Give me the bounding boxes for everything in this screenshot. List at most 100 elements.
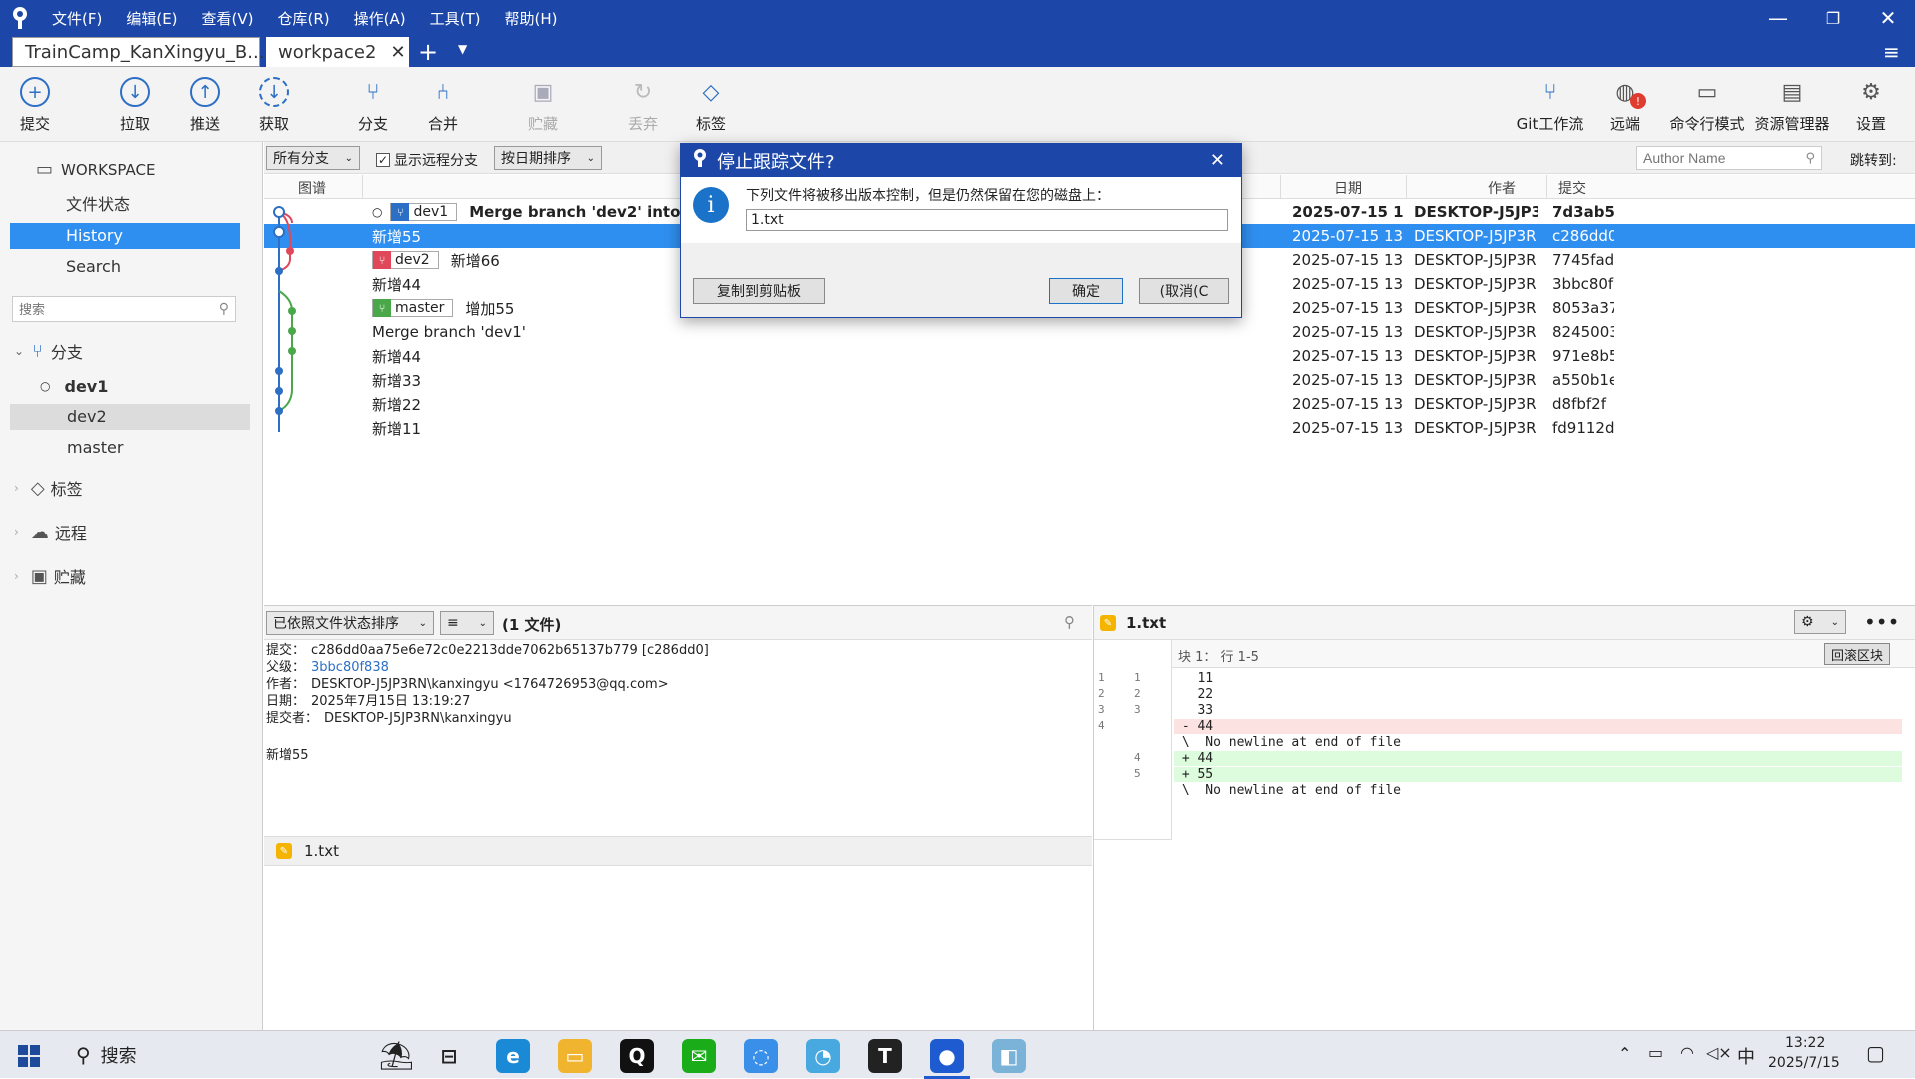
add-tab-icon[interactable]: + — [418, 38, 438, 66]
app-icon[interactable]: ◧ — [992, 1039, 1026, 1073]
close-tab-icon[interactable]: ✕ — [390, 42, 405, 63]
branch-badge[interactable]: ⑂ master — [372, 299, 454, 317]
chevron-right-icon: › — [14, 569, 19, 583]
volume-icon[interactable]: ◁× — [1706, 1043, 1732, 1062]
file-list-box[interactable]: 1.txt — [746, 209, 1228, 231]
menu-actions[interactable]: 操作(A) — [342, 8, 418, 29]
menu-tools[interactable]: 工具(T) — [418, 8, 493, 29]
terminal-button[interactable]: ▭ 命令行模式 — [1668, 77, 1746, 134]
tag-button[interactable]: ◇ 标签 — [676, 77, 746, 134]
clock-time[interactable]: 13:22 — [1785, 1035, 1825, 1051]
revert-hunk-button[interactable]: 回滚区块 — [1824, 643, 1890, 665]
tab-dropdown-icon[interactable]: ▼ — [458, 42, 467, 56]
gitflow-button[interactable]: ⑂ Git工作流 — [1515, 77, 1585, 134]
author-filter[interactable]: ⚲ — [1636, 146, 1822, 170]
stash-section[interactable]: › ▣ 贮藏 — [14, 564, 86, 588]
author-filter-input[interactable] — [1643, 150, 1793, 166]
column-commit[interactable]: 提交 — [1558, 178, 1586, 198]
browser-icon[interactable]: ◔ — [806, 1039, 840, 1073]
checkbox-icon[interactable]: ✓ — [376, 153, 390, 167]
close-dialog-icon[interactable]: ✕ — [1210, 150, 1225, 171]
file-sort-dropdown[interactable]: 已依照文件状态排序 ⌄ — [266, 611, 434, 635]
remote-section[interactable]: › ☁ 远程 — [14, 520, 87, 544]
explorer-button[interactable]: ▤ 资源管理器 — [1752, 77, 1832, 134]
clock-date[interactable]: 2025/7/15 — [1768, 1055, 1840, 1071]
parent-commit-link[interactable]: 3bbc80f838 — [311, 660, 389, 675]
commit-row[interactable]: Merge branch 'dev1' 2025-07-15 13:17 DESKT… — [264, 320, 1915, 344]
chat-icon[interactable]: ◌ — [744, 1039, 778, 1073]
stash-button[interactable]: ▣ 贮藏 — [508, 77, 578, 134]
wechat-icon[interactable]: ✉ — [682, 1039, 716, 1073]
diff-options-dropdown[interactable]: ⚙ ⌄ — [1794, 610, 1846, 634]
remote-button[interactable]: ◍! 远端 — [1590, 77, 1660, 134]
sidebar-branch-dev1[interactable]: ○ dev1 — [10, 373, 250, 399]
sidebar-item-file-status[interactable]: 文件状态 — [10, 192, 240, 218]
typora-icon[interactable]: T — [868, 1039, 902, 1073]
commit-row[interactable]: 新增44 2025-07-15 13:16 DESKTOP-J5JP3R 971e8b… — [264, 344, 1915, 368]
sidebar-branch-dev2[interactable]: dev2 — [10, 404, 250, 430]
branch-filter-dropdown[interactable]: 所有分支 ⌄ — [266, 146, 360, 170]
qq-icon[interactable]: Q — [620, 1039, 654, 1073]
tab-workpace2[interactable]: workpace2 ✕ — [266, 37, 409, 67]
diff-scrollbar[interactable] — [1902, 612, 1915, 1028]
restore-icon[interactable]: ❐ — [1808, 0, 1858, 36]
sidebar-search-input[interactable] — [19, 301, 199, 317]
ok-button[interactable]: 确定 — [1049, 278, 1123, 304]
wifi-icon[interactable]: ◠ — [1680, 1043, 1694, 1062]
menu-repository[interactable]: 仓库(R) — [266, 8, 342, 29]
notification-icon[interactable]: ▢ — [1866, 1041, 1885, 1065]
column-graph[interactable]: 图谱 — [298, 178, 326, 198]
chevron-up-icon[interactable]: ⌃ — [1618, 1044, 1631, 1063]
close-window-icon[interactable]: ✕ — [1863, 0, 1913, 36]
taskbar-search[interactable]: ⚲ 搜索 ⛱ — [60, 1031, 420, 1079]
edge-icon[interactable]: e — [496, 1039, 530, 1073]
copy-to-clipboard-button[interactable]: 复制到剪贴板 — [693, 278, 825, 304]
settings-button[interactable]: ⚙ 设置 — [1836, 77, 1906, 134]
fetch-button[interactable]: ↓ 获取 — [239, 77, 309, 134]
menu-help[interactable]: 帮助(H) — [492, 8, 569, 29]
push-button[interactable]: ↑ 推送 — [170, 77, 240, 134]
sidebar-item-search[interactable]: Search — [10, 254, 240, 280]
branches-section[interactable]: ⌄ ⑂ 分支 — [14, 339, 83, 363]
tags-section[interactable]: › ◇ 标签 — [14, 476, 83, 500]
sidebar-search[interactable]: ⚲ — [12, 296, 236, 322]
sort-dropdown[interactable]: 按日期排序 ⌄ — [494, 146, 602, 170]
merge-button[interactable]: ⑃ 合并 — [408, 77, 478, 134]
sidebar-item-history[interactable]: History — [10, 223, 240, 249]
hamburger-icon[interactable]: ≡ — [1883, 40, 1900, 64]
tab-traincamp[interactable]: TrainCamp_KanXingyu_B... — [12, 37, 264, 67]
menu-file[interactable]: 文件(F) — [40, 8, 114, 29]
show-remote-checkbox[interactable]: ✓ 显示远程分支 — [376, 150, 478, 170]
cancel-button[interactable]: (取消(C — [1139, 278, 1229, 304]
discard-button[interactable]: ↻ 丢弃 — [608, 77, 678, 134]
column-author[interactable]: 作者 — [1488, 178, 1516, 198]
diff-line: 4 + 44 — [1094, 751, 1915, 767]
commit-button[interactable]: + 提交 — [0, 77, 70, 134]
sourcetree-taskbar-icon[interactable]: ● — [930, 1039, 964, 1073]
more-icon[interactable]: ••• — [1864, 610, 1899, 634]
branch-button[interactable]: ⑂ 分支 — [338, 77, 408, 134]
task-view-icon[interactable]: ⊟ — [432, 1039, 466, 1073]
branch-badge[interactable]: ⑂ dev1 — [390, 203, 458, 221]
ime-indicator[interactable]: 中 — [1737, 1043, 1755, 1069]
commit-graph — [273, 206, 296, 432]
windows-start-icon[interactable] — [18, 1045, 40, 1067]
commit-hash: a550b1e — [1552, 371, 1614, 389]
branch-badge[interactable]: ⑂ dev2 — [372, 251, 439, 269]
menu-view[interactable]: 查看(V) — [190, 8, 266, 29]
commit-row[interactable]: 新增33 2025-07-15 13:15 DESKTOP-J5JP3R a550b1… — [264, 368, 1915, 392]
search-icon[interactable]: ⚲ — [1064, 613, 1075, 631]
changed-file-row[interactable]: ✎ 1.txt — [264, 836, 1092, 866]
view-mode-dropdown[interactable]: ≡ ⌄ — [440, 611, 494, 635]
sidebar-branch-master[interactable]: master — [10, 435, 250, 461]
commit-row[interactable]: 新增22 2025-07-15 13:09 DESKTOP-J5JP3R d8fbf2… — [264, 392, 1915, 416]
diff-file-name: 1.txt — [1126, 614, 1167, 632]
file-explorer-icon[interactable]: ▭ — [558, 1039, 592, 1073]
tool-label: 丢弃 — [627, 115, 658, 133]
column-date[interactable]: 日期 — [1334, 178, 1362, 198]
minimize-icon[interactable]: — — [1753, 0, 1803, 36]
menu-edit[interactable]: 编辑(E) — [114, 8, 189, 29]
battery-icon[interactable]: ▭ — [1648, 1043, 1663, 1062]
commit-row[interactable]: 新增11 2025-07-15 13:08 DESKTOP-J5JP3R fd9112… — [264, 416, 1915, 440]
pull-button[interactable]: ↓ 拉取 — [100, 77, 170, 134]
